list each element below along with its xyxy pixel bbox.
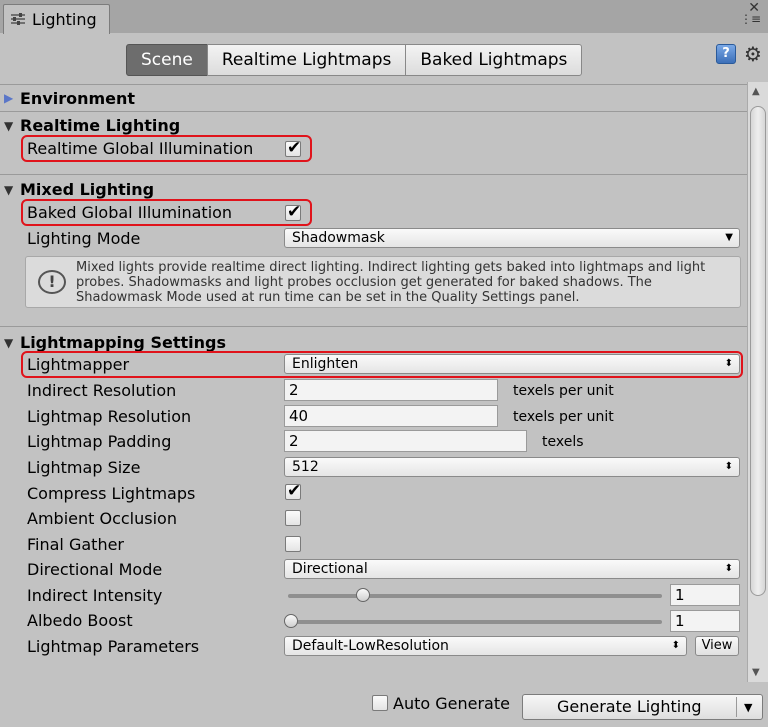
- highlight-baked-gi: [21, 199, 312, 226]
- indirect-intensity-slider[interactable]: [284, 586, 664, 606]
- highlight-lightmapper: [21, 351, 743, 378]
- lighting-mode-label: Lighting Mode: [27, 229, 141, 248]
- section-environment[interactable]: Environment: [20, 89, 135, 108]
- lightmap-padding-field[interactable]: 2: [284, 430, 527, 452]
- lightmap-parameters-label: Lightmap Parameters: [27, 637, 200, 656]
- section-realtime-lighting[interactable]: Realtime Lighting: [20, 116, 180, 135]
- indirect-intensity-field[interactable]: 1: [670, 584, 740, 606]
- scroll-up-icon[interactable]: ▲: [752, 86, 760, 97]
- lightmap-resolution-field[interactable]: 40: [284, 405, 498, 427]
- lightmap-resolution-unit: texels per unit: [513, 409, 614, 425]
- updown-arrow-icon: ⬍: [724, 563, 733, 574]
- ambient-occlusion-checkbox[interactable]: [285, 510, 301, 526]
- view-parameters-button[interactable]: View: [695, 636, 739, 656]
- final-gather-label: Final Gather: [27, 535, 124, 554]
- window-tab-bar: Lighting ✕ ⋮≡: [0, 0, 768, 34]
- updown-arrow-icon: ⬍: [724, 461, 733, 472]
- button-separator: [736, 697, 737, 717]
- mode-tab-group: Scene Realtime Lightmaps Baked Lightmaps: [126, 44, 583, 76]
- vertical-scrollbar[interactable]: ▲ ▼: [747, 82, 768, 682]
- lightmap-size-dropdown[interactable]: 512 ⬍: [284, 457, 740, 477]
- window-menu-icon[interactable]: ⋮≡: [740, 12, 761, 26]
- section-mixed-lighting[interactable]: Mixed Lighting: [20, 180, 154, 199]
- slider-thumb[interactable]: [356, 588, 370, 602]
- lightmap-padding-label: Lightmap Padding: [27, 432, 172, 451]
- foldout-expanded-icon[interactable]: ▼: [4, 183, 13, 197]
- section-divider: [0, 111, 747, 112]
- gear-icon[interactable]: ⚙: [744, 42, 762, 66]
- compress-lightmaps-checkbox[interactable]: ✔: [285, 481, 302, 501]
- lightmap-resolution-label: Lightmap Resolution: [27, 407, 192, 426]
- slider-track: [288, 594, 662, 598]
- directional-mode-label: Directional Mode: [27, 560, 163, 579]
- lightmap-size-label: Lightmap Size: [27, 458, 141, 477]
- ambient-occlusion-label: Ambient Occlusion: [27, 509, 177, 528]
- lighting-mode-dropdown[interactable]: Shadowmask ▼: [284, 228, 740, 248]
- slider-thumb[interactable]: [284, 614, 298, 628]
- helpbox-text: Mixed lights provide realtime direct lig…: [76, 260, 706, 305]
- compress-lightmaps-label: Compress Lightmaps: [27, 484, 196, 503]
- help-book-icon[interactable]: ?: [716, 44, 736, 64]
- directional-mode-value: Directional: [292, 561, 368, 577]
- section-divider: [0, 84, 747, 85]
- albedo-boost-label: Albedo Boost: [27, 611, 133, 630]
- generate-lighting-label: Generate Lighting: [557, 697, 702, 716]
- scroll-down-icon[interactable]: ▼: [752, 667, 760, 678]
- section-divider: [0, 174, 747, 175]
- chevron-down-icon[interactable]: ▼: [744, 696, 752, 720]
- lighting-mode-value: Shadowmask: [292, 230, 385, 246]
- albedo-boost-slider[interactable]: [284, 612, 664, 632]
- slider-track: [288, 620, 662, 624]
- window-title: Lighting: [32, 10, 97, 29]
- foldout-expanded-icon[interactable]: ▼: [4, 336, 13, 350]
- scrollbar-thumb[interactable]: [750, 106, 766, 596]
- tab-scene[interactable]: Scene: [126, 44, 208, 76]
- directional-mode-dropdown[interactable]: Directional ⬍: [284, 559, 740, 579]
- lightmap-parameters-dropdown[interactable]: Default-LowResolution ⬍: [284, 636, 687, 656]
- section-divider: [0, 326, 747, 327]
- indirect-resolution-unit: texels per unit: [513, 383, 614, 399]
- check-icon: ✔: [287, 481, 302, 501]
- mixed-lighting-helpbox: ! Mixed lights provide realtime direct l…: [25, 256, 741, 308]
- indirect-intensity-label: Indirect Intensity: [27, 586, 163, 605]
- updown-arrow-icon: ⬍: [671, 640, 680, 651]
- albedo-boost-field[interactable]: 1: [670, 610, 740, 632]
- lightmap-size-value: 512: [292, 459, 319, 475]
- auto-generate-checkbox[interactable]: [372, 695, 388, 711]
- foldout-collapsed-icon[interactable]: ▶: [4, 91, 13, 105]
- tab-baked-lightmaps[interactable]: Baked Lightmaps: [405, 44, 583, 76]
- chevron-down-icon: ▼: [725, 232, 733, 243]
- lighting-window-tab[interactable]: Lighting: [3, 4, 110, 34]
- info-bubble-icon: !: [38, 270, 66, 294]
- highlight-rtgi: [21, 135, 312, 162]
- section-lightmapping-settings[interactable]: Lightmapping Settings: [20, 333, 226, 352]
- sliders-icon: [11, 13, 25, 25]
- indirect-resolution-field[interactable]: 2: [284, 379, 498, 401]
- generate-lighting-button[interactable]: Generate Lighting ▼: [522, 694, 763, 720]
- lightmap-padding-unit: texels: [542, 434, 584, 450]
- final-gather-checkbox[interactable]: [285, 536, 301, 552]
- indirect-resolution-label: Indirect Resolution: [27, 381, 177, 400]
- lightmap-parameters-value: Default-LowResolution: [292, 638, 449, 654]
- window-controls: ✕ ⋮≡: [732, 0, 762, 30]
- auto-generate-label: Auto Generate: [393, 694, 510, 713]
- foldout-expanded-icon[interactable]: ▼: [4, 119, 13, 133]
- tab-realtime-lightmaps[interactable]: Realtime Lightmaps: [206, 44, 407, 76]
